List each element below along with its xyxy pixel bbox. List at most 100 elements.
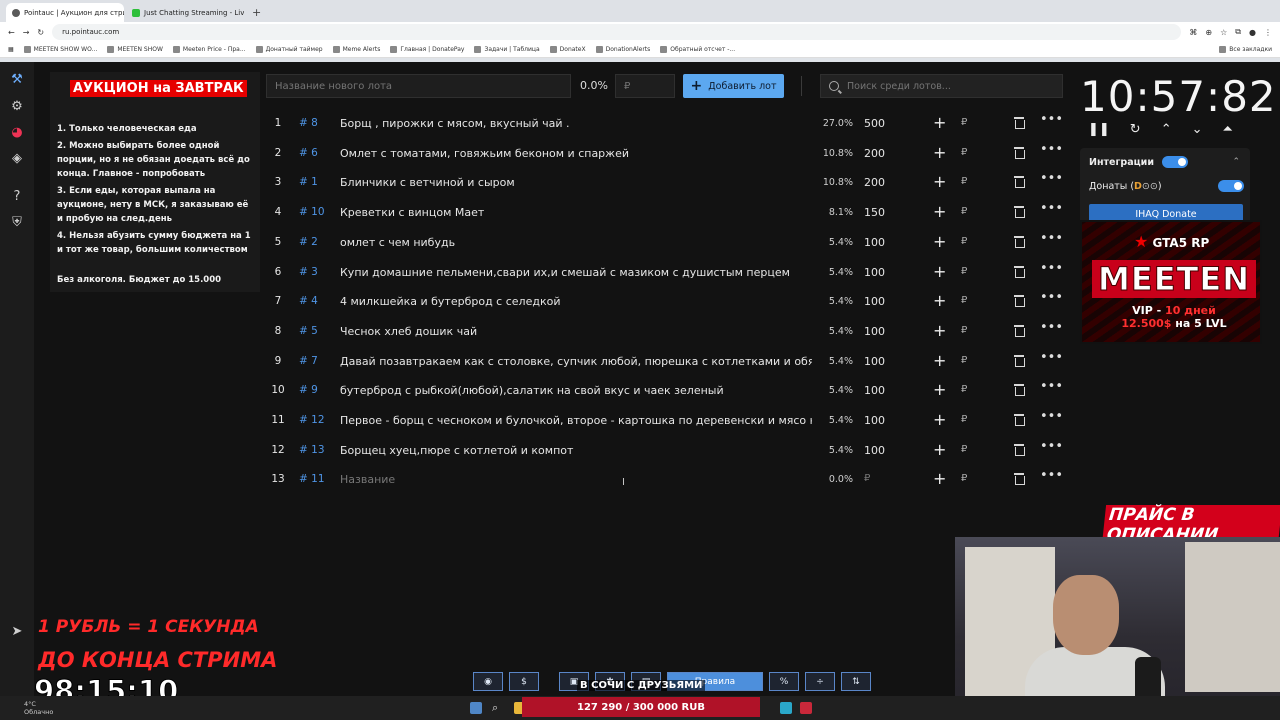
- add-amount-icon[interactable]: +: [933, 291, 946, 310]
- trash-icon[interactable]: [1014, 235, 1024, 247]
- currency-input[interactable]: ₽: [961, 295, 967, 306]
- lot-amount[interactable]: 100: [864, 414, 885, 427]
- bookmark-item[interactable]: MEETEN SHOW: [107, 46, 163, 53]
- telegram-icon[interactable]: ➤: [9, 624, 25, 640]
- currency-input[interactable]: ₽: [961, 414, 967, 425]
- lot-name[interactable]: 4 милкшейка и бутерброд с селедкой: [340, 295, 812, 308]
- lot-amount[interactable]: 100: [864, 266, 885, 279]
- browser-tab-pointauc[interactable]: Pointauc | Аукцион для стримеров ✕: [6, 3, 124, 22]
- lot-search[interactable]: [820, 74, 1063, 98]
- search-icon[interactable]: ⌕: [492, 702, 504, 714]
- add-amount-icon[interactable]: +: [933, 262, 946, 281]
- lot-name[interactable]: Борщ , пирожки с мясом, вкусный чай .: [340, 117, 812, 130]
- lot-id[interactable]: # 7: [299, 355, 318, 367]
- bookmark-item[interactable]: Meme Alerts: [332, 46, 380, 53]
- lot-name[interactable]: бутерброд с рыбкой(любой),салатик на сво…: [340, 384, 812, 397]
- bookmark-item[interactable]: Донатный таймер: [255, 46, 323, 53]
- add-amount-icon[interactable]: +: [933, 232, 946, 251]
- lot-amount[interactable]: ₽: [864, 473, 870, 484]
- lot-id[interactable]: # 3: [299, 266, 318, 278]
- lot-name[interactable]: Название: [340, 473, 812, 486]
- lot-name[interactable]: Омлет с томатами, говяжьим беконом и спа…: [340, 147, 812, 160]
- lot-amount[interactable]: 150: [864, 206, 885, 219]
- bookmark-star-icon[interactable]: ☆: [1220, 28, 1227, 37]
- currency-input[interactable]: ₽: [961, 206, 967, 217]
- trash-icon[interactable]: [1014, 205, 1024, 217]
- sort-icon[interactable]: ⇅: [841, 672, 871, 691]
- dollar-button[interactable]: $: [509, 672, 539, 691]
- percent-button[interactable]: %: [769, 672, 799, 691]
- bookmark-item[interactable]: Meeten Price - Пра...: [172, 46, 246, 53]
- lot-amount[interactable]: 100: [864, 295, 885, 308]
- more-options-icon[interactable]: •••: [1040, 112, 1063, 127]
- reset-icon[interactable]: ↻: [1130, 122, 1141, 137]
- auction-hammer-icon[interactable]: ⚒: [9, 72, 25, 88]
- lot-id[interactable]: # 4: [299, 295, 318, 307]
- currency-input[interactable]: ₽: [961, 355, 967, 366]
- bookmark-item[interactable]: DonateX: [549, 46, 586, 53]
- zoom-icon[interactable]: ⊕: [1205, 28, 1212, 37]
- gear-icon[interactable]: ⚙: [9, 99, 25, 115]
- more-options-icon[interactable]: •••: [1040, 320, 1063, 335]
- layers-icon[interactable]: ◈: [9, 151, 25, 167]
- lot-name[interactable]: Чеснок хлеб дошик чай: [340, 325, 812, 338]
- lot-id[interactable]: # 10: [299, 206, 325, 218]
- donations-toggle[interactable]: [1218, 180, 1244, 192]
- trash-icon[interactable]: [1014, 324, 1024, 336]
- lot-name[interactable]: Креветки с винцом Maет: [340, 206, 812, 219]
- lot-amount[interactable]: 500: [864, 117, 885, 130]
- add-amount-icon[interactable]: +: [933, 113, 946, 132]
- trash-icon[interactable]: [1014, 265, 1024, 277]
- trash-icon[interactable]: [1014, 175, 1024, 187]
- more-options-icon[interactable]: •••: [1040, 231, 1063, 246]
- lot-amount[interactable]: 100: [864, 355, 885, 368]
- lot-name[interactable]: Борщец хуец,пюре с котлетой и компот: [340, 444, 812, 457]
- currency-input[interactable]: ₽: [961, 176, 967, 187]
- app-icon[interactable]: [800, 702, 812, 714]
- more-options-icon[interactable]: •••: [1040, 409, 1063, 424]
- integrations-toggle[interactable]: [1162, 156, 1188, 168]
- chevron-up-icon[interactable]: ⌃: [1232, 157, 1240, 167]
- more-options-icon[interactable]: •••: [1040, 350, 1063, 365]
- currency-input[interactable]: ₽: [961, 236, 967, 247]
- new-tab-button[interactable]: +: [246, 6, 267, 22]
- chevron-down-icon[interactable]: ⌄: [1192, 122, 1203, 137]
- add-amount-icon[interactable]: +: [933, 380, 946, 399]
- more-options-icon[interactable]: •••: [1040, 379, 1063, 394]
- lot-id[interactable]: # 8: [299, 117, 318, 129]
- trash-icon[interactable]: [1014, 354, 1024, 366]
- lot-amount[interactable]: 200: [864, 147, 885, 160]
- wheel-icon[interactable]: ◕: [9, 125, 25, 141]
- new-lot-amount-input[interactable]: [615, 74, 675, 98]
- bookmark-item[interactable]: Задачи | Таблица: [474, 46, 540, 53]
- add-amount-icon[interactable]: +: [933, 469, 946, 488]
- add-amount-icon[interactable]: +: [933, 202, 946, 221]
- add-lot-button[interactable]: + Добавить лот: [683, 74, 784, 98]
- pause-icon[interactable]: ❚❚: [1088, 122, 1110, 137]
- app-icon[interactable]: [780, 702, 792, 714]
- lot-name[interactable]: омлет с чем нибудь: [340, 236, 812, 249]
- lot-name[interactable]: Давай позавтракаем как с столовке, супчи…: [340, 355, 812, 368]
- add-amount-icon[interactable]: +: [933, 321, 946, 340]
- more-options-icon[interactable]: •••: [1040, 290, 1063, 305]
- lot-id[interactable]: # 11: [299, 473, 325, 485]
- lot-id[interactable]: # 2: [299, 236, 318, 248]
- address-bar[interactable]: ru.pointauc.com: [52, 24, 1182, 40]
- more-options-icon[interactable]: •••: [1040, 171, 1063, 186]
- trash-icon[interactable]: [1014, 146, 1024, 158]
- bookmark-item[interactable]: Главная | DonatePay: [390, 46, 464, 53]
- trash-icon[interactable]: [1014, 413, 1024, 425]
- menu-icon[interactable]: ⋮: [1264, 28, 1272, 37]
- currency-input[interactable]: ₽: [961, 384, 967, 395]
- apps-grid-icon[interactable]: ▦: [8, 46, 14, 53]
- profile-avatar[interactable]: ●: [1249, 28, 1256, 37]
- weather-widget[interactable]: 4°C Облачно: [24, 700, 53, 716]
- lot-amount[interactable]: 100: [864, 444, 885, 457]
- lot-amount[interactable]: 100: [864, 236, 885, 249]
- currency-input[interactable]: ₽: [961, 266, 967, 277]
- lot-id[interactable]: # 13: [299, 444, 325, 456]
- lot-name[interactable]: Первое - борщ с чесноком и булочкой, вто…: [340, 414, 812, 427]
- lot-amount[interactable]: 100: [864, 384, 885, 397]
- bookmark-item[interactable]: DonationAlerts: [595, 46, 650, 53]
- back-icon[interactable]: ←: [8, 28, 15, 37]
